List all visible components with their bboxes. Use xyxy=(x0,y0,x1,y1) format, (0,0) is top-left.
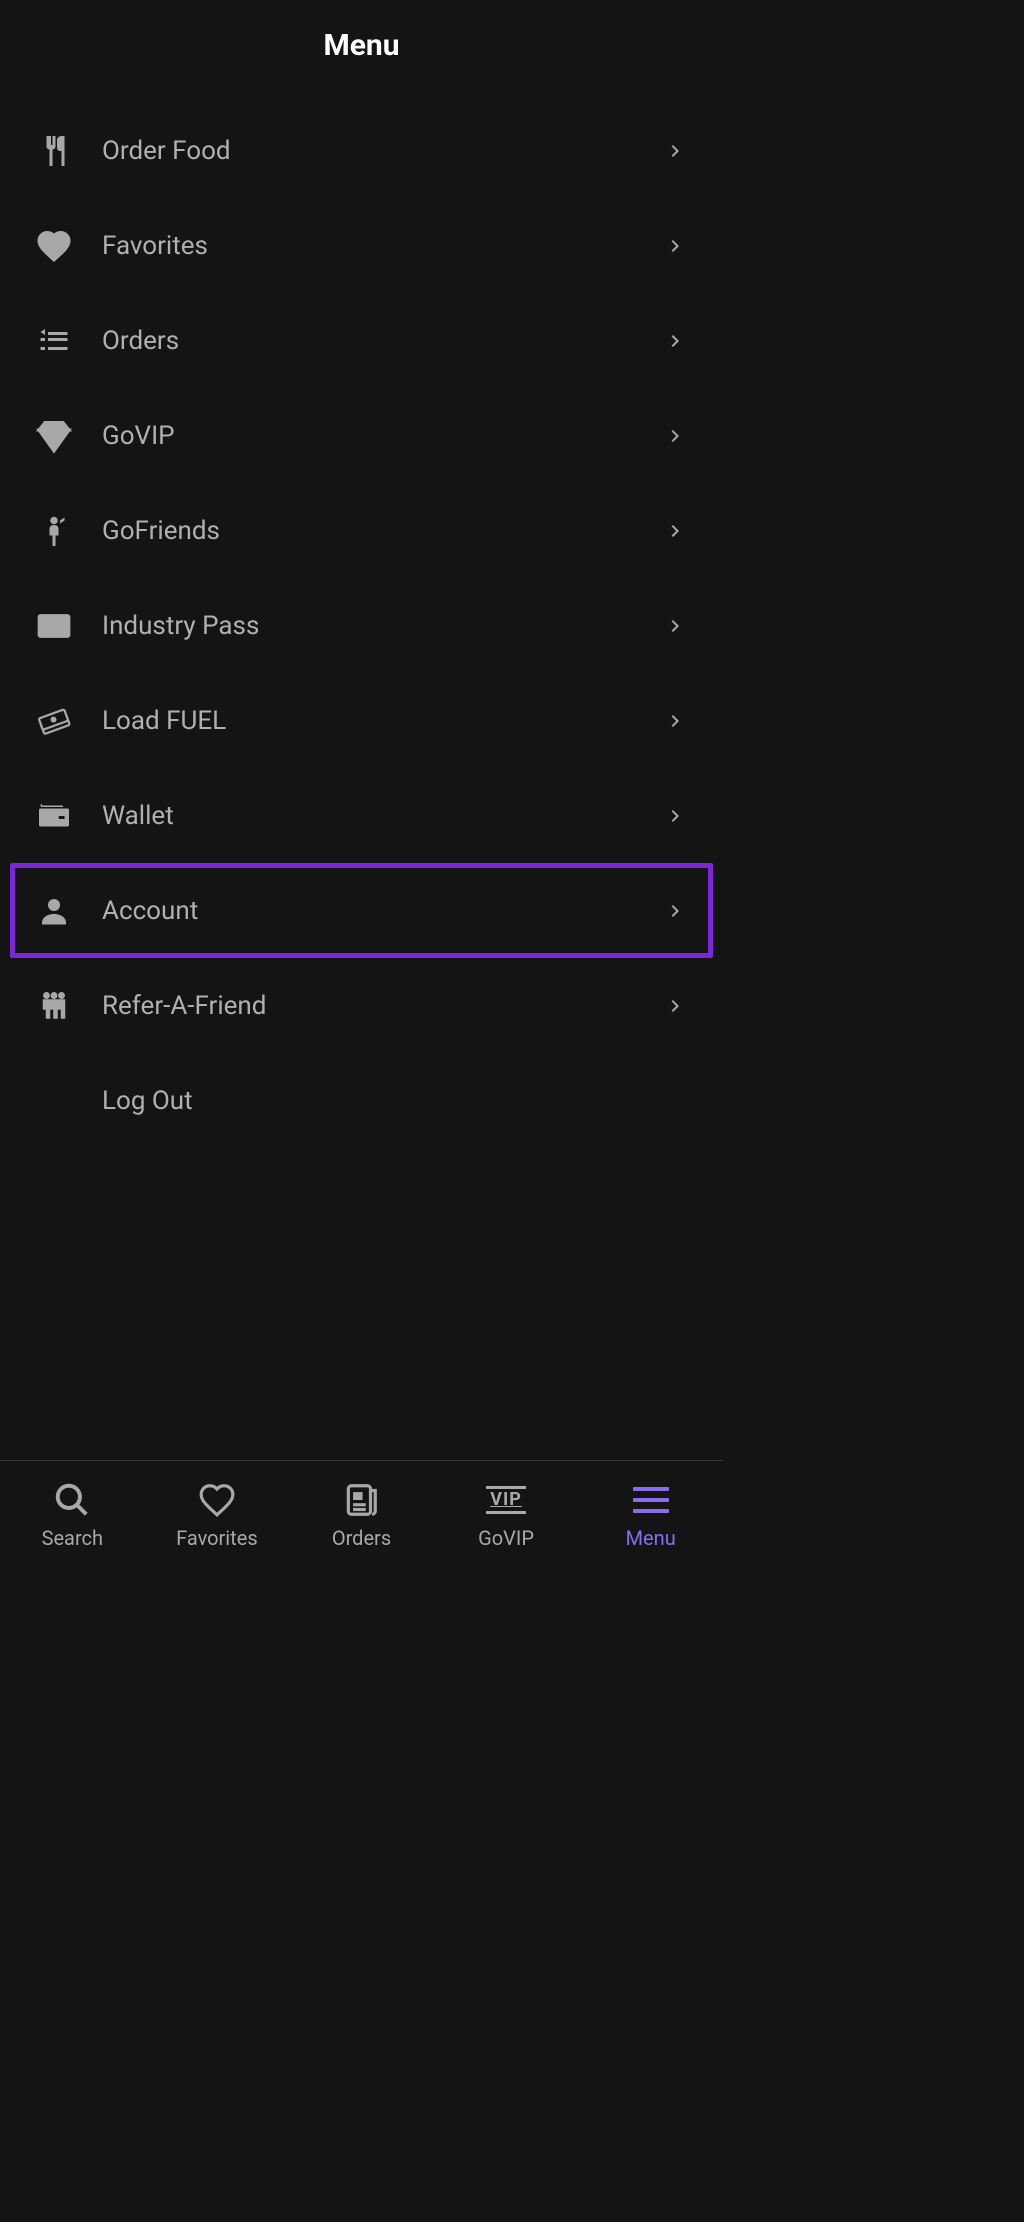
menu-item-orders[interactable]: Orders xyxy=(10,293,713,388)
menu-item-label: Load FUEL xyxy=(102,706,661,736)
menu-item-account[interactable]: Account xyxy=(10,863,713,958)
menu-item-govip[interactable]: GoVIP xyxy=(10,388,713,483)
vip-icon: VIP xyxy=(486,1480,526,1520)
menu-item-label: Orders xyxy=(102,326,661,356)
chevron-right-icon xyxy=(661,897,689,925)
chevron-right-icon xyxy=(661,612,689,640)
heart-icon xyxy=(34,226,74,266)
menu-item-industry-pass[interactable]: Industry Pass xyxy=(10,578,713,673)
nav-label: Menu xyxy=(626,1526,676,1550)
person-icon xyxy=(34,891,74,931)
nav-label: Orders xyxy=(332,1526,391,1550)
chevron-right-icon xyxy=(661,422,689,450)
nav-label: Favorites xyxy=(176,1526,258,1550)
nav-item-orders[interactable]: Orders xyxy=(289,1480,434,1550)
chevron-right-icon xyxy=(661,137,689,165)
menu-item-label: Refer-A-Friend xyxy=(102,991,661,1021)
menu-item-favorites[interactable]: Favorites xyxy=(10,198,713,293)
menu-list: Order Food Favorites Orders xyxy=(0,103,723,1148)
chevron-right-icon xyxy=(661,992,689,1020)
menu-item-label: Order Food xyxy=(102,136,661,166)
heart-icon xyxy=(197,1480,237,1520)
menu-item-gofriends[interactable]: GoFriends xyxy=(10,483,713,578)
menu-item-load-fuel[interactable]: Load FUEL xyxy=(10,673,713,768)
menu-item-label: GoVIP xyxy=(102,421,661,451)
menu-item-label: GoFriends xyxy=(102,516,661,546)
nav-item-govip[interactable]: VIP GoVIP xyxy=(434,1480,579,1550)
wallet-icon xyxy=(34,796,74,836)
menu-item-log-out[interactable]: Log Out xyxy=(10,1053,713,1148)
diamond-icon xyxy=(34,416,74,456)
id-card-icon xyxy=(34,606,74,646)
menu-item-label: Wallet xyxy=(102,801,661,831)
nav-label: GoVIP xyxy=(478,1526,534,1550)
chevron-right-icon xyxy=(661,327,689,355)
cash-stack-icon xyxy=(34,701,74,741)
page-title: Menu xyxy=(0,0,723,103)
chevron-right-icon xyxy=(661,707,689,735)
chevron-right-icon xyxy=(661,517,689,545)
menu-item-label: Industry Pass xyxy=(102,611,661,641)
hamburger-icon xyxy=(631,1480,671,1520)
newspaper-icon xyxy=(341,1480,381,1520)
menu-item-refer-a-friend[interactable]: Refer-A-Friend xyxy=(10,958,713,1053)
menu-item-label: Account xyxy=(102,896,661,926)
menu-item-order-food[interactable]: Order Food xyxy=(10,103,713,198)
search-icon xyxy=(52,1480,92,1520)
nav-item-search[interactable]: Search xyxy=(0,1480,145,1550)
empty-icon xyxy=(34,1081,74,1121)
nav-item-favorites[interactable]: Favorites xyxy=(145,1480,290,1550)
menu-item-label: Favorites xyxy=(102,231,661,261)
person-wave-icon xyxy=(34,511,74,551)
group-icon xyxy=(34,986,74,1026)
bottom-nav: Search Favorites Orders VIP GoVIP Menu xyxy=(0,1460,723,1569)
list-icon xyxy=(34,321,74,361)
nav-label: Search xyxy=(42,1526,103,1550)
menu-item-label: Log Out xyxy=(102,1086,689,1116)
chevron-right-icon xyxy=(661,232,689,260)
utensils-icon xyxy=(34,131,74,171)
chevron-right-icon xyxy=(661,802,689,830)
menu-item-wallet[interactable]: Wallet xyxy=(10,768,713,863)
nav-item-menu[interactable]: Menu xyxy=(578,1480,723,1550)
